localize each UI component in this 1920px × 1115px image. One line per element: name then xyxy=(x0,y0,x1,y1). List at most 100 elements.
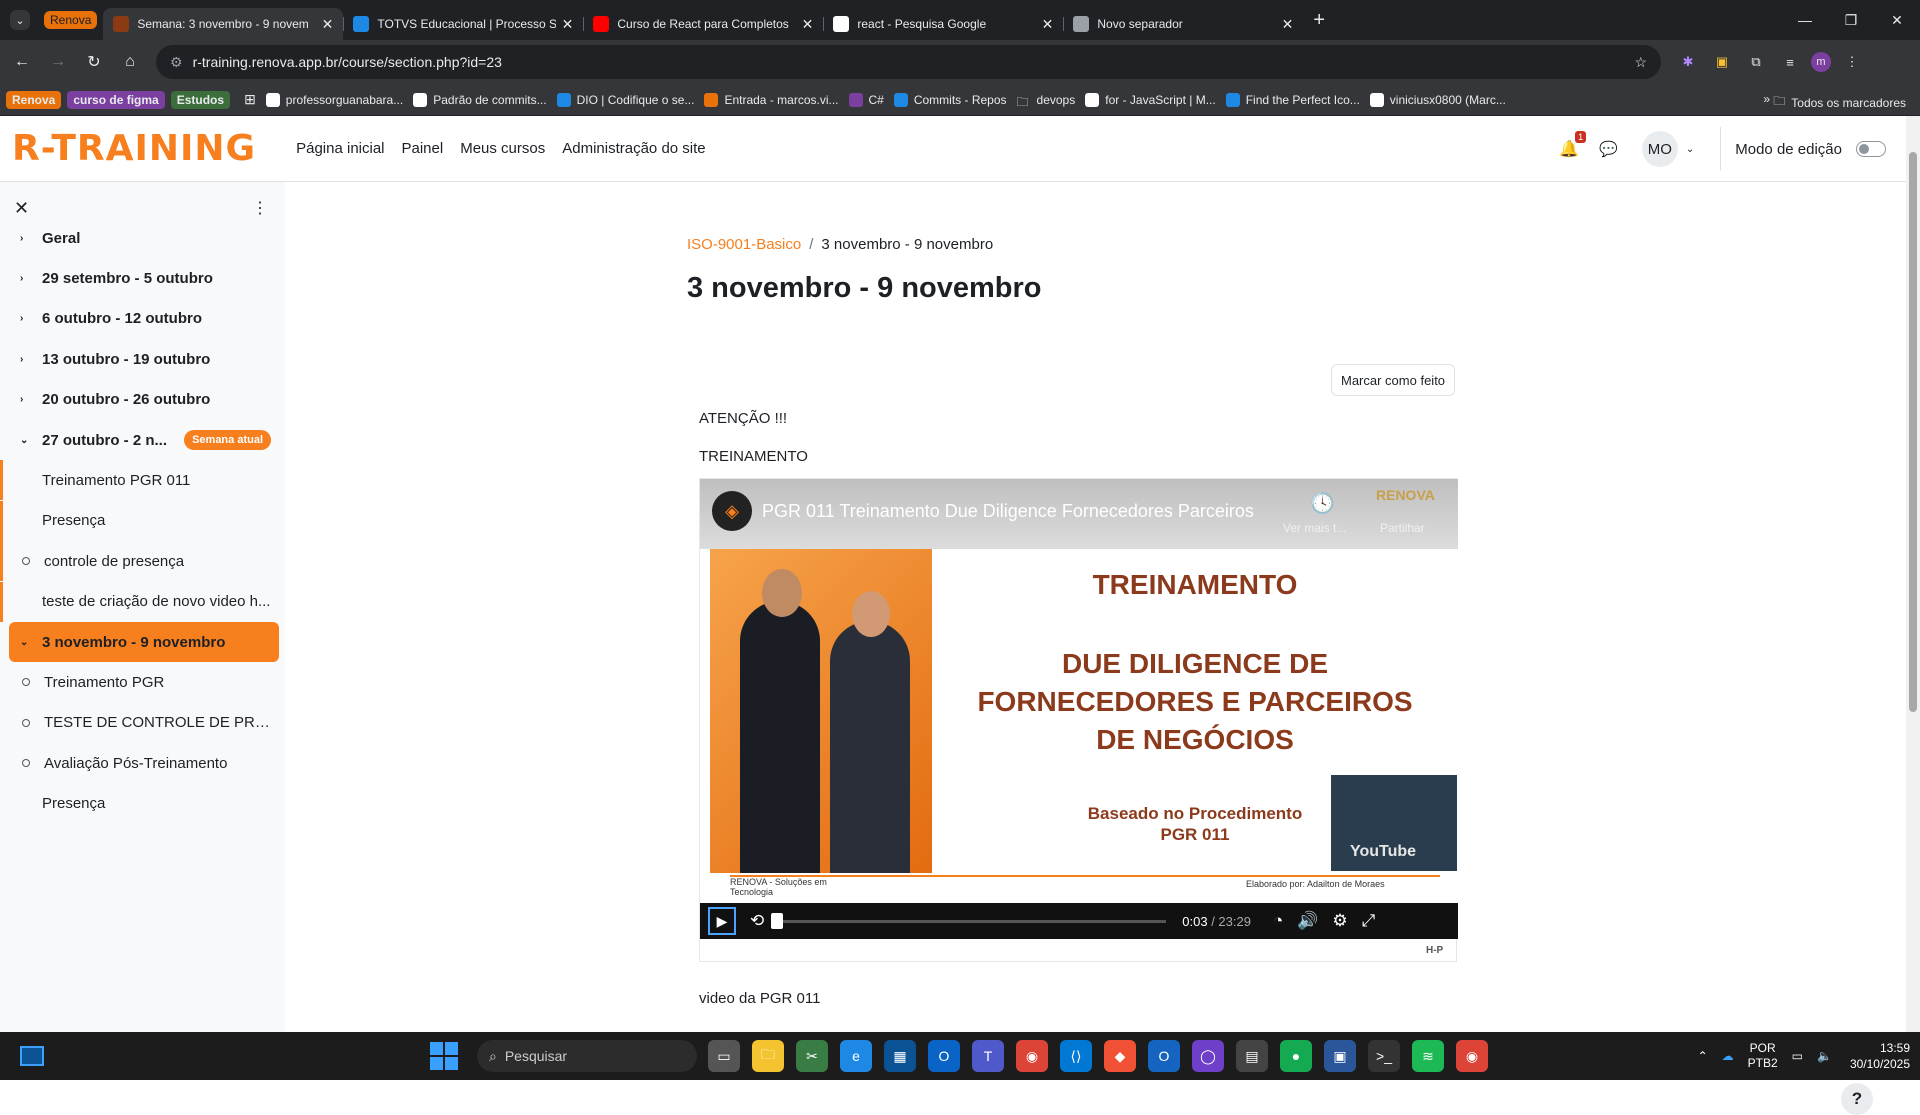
notifications-bell-icon[interactable]: 🔔 1 xyxy=(1559,131,1587,159)
profile-avatar[interactable]: m xyxy=(1811,52,1831,72)
playback-speed-icon[interactable]: ◔ xyxy=(1273,911,1283,931)
taskbar-search[interactable]: ⌕ Pesquisar xyxy=(477,1040,697,1072)
extension-gear-icon[interactable]: ✱ xyxy=(1675,49,1701,75)
extension-badge-icon[interactable]: ▣ xyxy=(1709,49,1735,75)
volume-icon[interactable]: 🔊 xyxy=(1297,911,1318,931)
more-bookmarks-icon[interactable]: » xyxy=(1763,92,1770,106)
all-bookmarks-button[interactable]: 🗀 Todos os marcadores xyxy=(1773,92,1906,113)
close-tab-icon[interactable]: ✕ xyxy=(1282,16,1294,33)
close-window-icon[interactable]: ✕ xyxy=(1874,0,1920,40)
reload-icon[interactable]: ↻ xyxy=(80,48,108,76)
git-icon[interactable]: ◆ xyxy=(1104,1040,1136,1072)
browser-tab[interactable]: react - Pesquisa Google ✕ xyxy=(823,8,1063,40)
bookmark-link[interactable]: Entrada - marcos.vi... xyxy=(704,92,839,107)
bookmark-link[interactable]: Find the Perfect Ico... xyxy=(1225,92,1360,107)
bookmark-star-icon[interactable]: ☆ xyxy=(1634,54,1647,71)
vscode-icon[interactable]: ⟨⟩ xyxy=(1060,1040,1092,1072)
watch-later-icon[interactable]: 🕓 xyxy=(1310,491,1335,516)
browser-tab[interactable]: Curso de React para Completos ✕ xyxy=(583,8,823,40)
terminal-icon[interactable]: >_ xyxy=(1368,1040,1400,1072)
file-explorer-icon[interactable]: 🗀 xyxy=(752,1040,784,1072)
bookmark-link[interactable]: for - JavaScript | M... xyxy=(1085,92,1216,107)
nav-link[interactable]: Painel xyxy=(402,140,444,157)
chevron-right-icon[interactable]: › xyxy=(20,354,36,365)
github-icon[interactable]: ◯ xyxy=(1192,1040,1224,1072)
chevron-down-icon[interactable]: ⌄ xyxy=(20,435,36,446)
network-icon[interactable]: ▭ xyxy=(1792,1049,1803,1063)
chrome-profile-icon[interactable]: ◉ xyxy=(1456,1040,1488,1072)
speaker-icon[interactable]: 🔈 xyxy=(1817,1049,1832,1063)
browser-tab[interactable]: TOTVS Educacional | Processo S ✕ xyxy=(343,8,583,40)
site-info-icon[interactable]: ⚙ xyxy=(170,54,183,71)
bookmark-link[interactable]: DIO | Codifique o se... xyxy=(556,92,694,107)
course-index-options-icon[interactable]: ⋮ xyxy=(252,198,268,218)
store-icon[interactable]: ▦ xyxy=(884,1040,916,1072)
browser-tab[interactable]: Semana: 3 novembro - 9 novem ✕ xyxy=(103,8,344,40)
course-section-item[interactable]: › 20 outubro - 26 outubro xyxy=(0,380,285,420)
browser-menu-icon[interactable]: ⋮ xyxy=(1839,49,1865,75)
chevron-right-icon[interactable]: › xyxy=(20,233,36,244)
tray-overflow-icon[interactable]: ⌃ xyxy=(1698,1049,1708,1063)
course-section-item[interactable]: › Geral xyxy=(0,218,285,258)
calculator-icon[interactable]: ▤ xyxy=(1236,1040,1268,1072)
activity-item[interactable]: Avaliação Pós-Treinamento xyxy=(0,743,285,783)
nav-link[interactable]: Administração do site xyxy=(562,140,705,157)
youtube-watermark[interactable]: YouTube xyxy=(1350,843,1416,861)
activity-item[interactable]: Presença xyxy=(0,500,285,541)
share-label[interactable]: Partilhar xyxy=(1380,521,1425,535)
system-clock[interactable]: 13:59 30/10/2025 xyxy=(1850,1040,1910,1072)
extensions-puzzle-icon[interactable]: ⧉ xyxy=(1743,49,1769,75)
course-section-item[interactable]: › 13 outubro - 19 outubro xyxy=(0,339,285,379)
tab-group-renova[interactable]: Renova xyxy=(44,11,98,29)
close-tab-icon[interactable]: ✕ xyxy=(562,16,574,33)
forward-icon[interactable]: → xyxy=(44,48,72,76)
bookmark-link[interactable]: viniciusx0800 (Marc... xyxy=(1369,92,1506,107)
chevron-right-icon[interactable]: › xyxy=(20,394,36,405)
site-logo[interactable]: R-TRAINING xyxy=(12,128,256,169)
widgets-icon[interactable] xyxy=(20,1046,44,1066)
close-tab-icon[interactable]: ✕ xyxy=(802,16,814,33)
bookmark-folder-chip[interactable]: curso de figma xyxy=(67,90,165,109)
bookmark-link[interactable]: C# xyxy=(848,92,884,107)
seek-handle[interactable] xyxy=(771,912,784,929)
apps-grid-icon[interactable]: ⊞ xyxy=(244,91,256,108)
start-button[interactable] xyxy=(430,1042,458,1070)
video-player[interactable]: TREINAMENTO DUE DILIGENCE DE FORNECEDORE… xyxy=(699,478,1458,962)
chevron-down-icon[interactable]: ⌄ xyxy=(20,637,36,648)
settings-gear-icon[interactable]: ⚙ xyxy=(1332,911,1347,931)
edit-mode-toggle[interactable] xyxy=(1856,141,1886,157)
activity-item[interactable]: Treinamento PGR xyxy=(0,662,285,702)
home-icon[interactable]: ⌂ xyxy=(116,48,144,76)
activity-item[interactable]: Presença xyxy=(0,784,285,824)
onedrive-icon[interactable]: ☁ xyxy=(1722,1049,1734,1063)
reading-list-icon[interactable]: ≡ xyxy=(1777,49,1803,75)
activity-item[interactable]: Treinamento PGR 011 xyxy=(0,460,285,501)
activity-item[interactable]: TESTE DE CONTROLE DE PRESE... xyxy=(0,703,285,743)
course-section-item[interactable]: ⌄ 3 novembro - 9 novembro xyxy=(9,622,279,662)
nav-link[interactable]: Meus cursos xyxy=(460,140,545,157)
remote-desktop-icon[interactable]: ▣ xyxy=(1324,1040,1356,1072)
spotify-icon[interactable]: ≋ xyxy=(1412,1040,1444,1072)
outlook-new-icon[interactable]: O xyxy=(1148,1040,1180,1072)
new-tab-button[interactable]: + xyxy=(1313,9,1325,32)
help-button[interactable]: ? xyxy=(1841,1083,1873,1115)
restore-icon[interactable]: ❐ xyxy=(1828,0,1874,40)
fullscreen-icon[interactable]: ⤢ xyxy=(1362,911,1376,931)
close-tab-icon[interactable]: ✕ xyxy=(322,16,334,33)
minimize-icon[interactable]: — xyxy=(1782,0,1828,40)
page-scrollbar[interactable] xyxy=(1906,116,1920,1032)
nav-link[interactable]: Página inicial xyxy=(296,140,384,157)
close-tab-icon[interactable]: ✕ xyxy=(1042,16,1054,33)
user-menu-chevron-icon[interactable]: ⌄ xyxy=(1686,144,1694,155)
activity-item[interactable]: teste de criação de novo video h... xyxy=(0,581,285,622)
seek-bar[interactable] xyxy=(771,912,1167,929)
snipping-tool-icon[interactable]: ✂ xyxy=(796,1040,828,1072)
bookmark-folder-chip[interactable]: Estudos xyxy=(170,90,231,109)
scrollbar-thumb[interactable] xyxy=(1909,152,1917,712)
rewind-icon[interactable]: ⟲ xyxy=(750,911,764,931)
course-section-item[interactable]: › 29 setembro - 5 outubro xyxy=(0,258,285,298)
outlook-icon[interactable]: O xyxy=(928,1040,960,1072)
bookmark-folder-chip[interactable]: Renova xyxy=(6,90,62,109)
bookmark-link[interactable]: Commits - Repos xyxy=(893,92,1007,107)
channel-avatar-icon[interactable]: ◈ xyxy=(712,491,752,531)
